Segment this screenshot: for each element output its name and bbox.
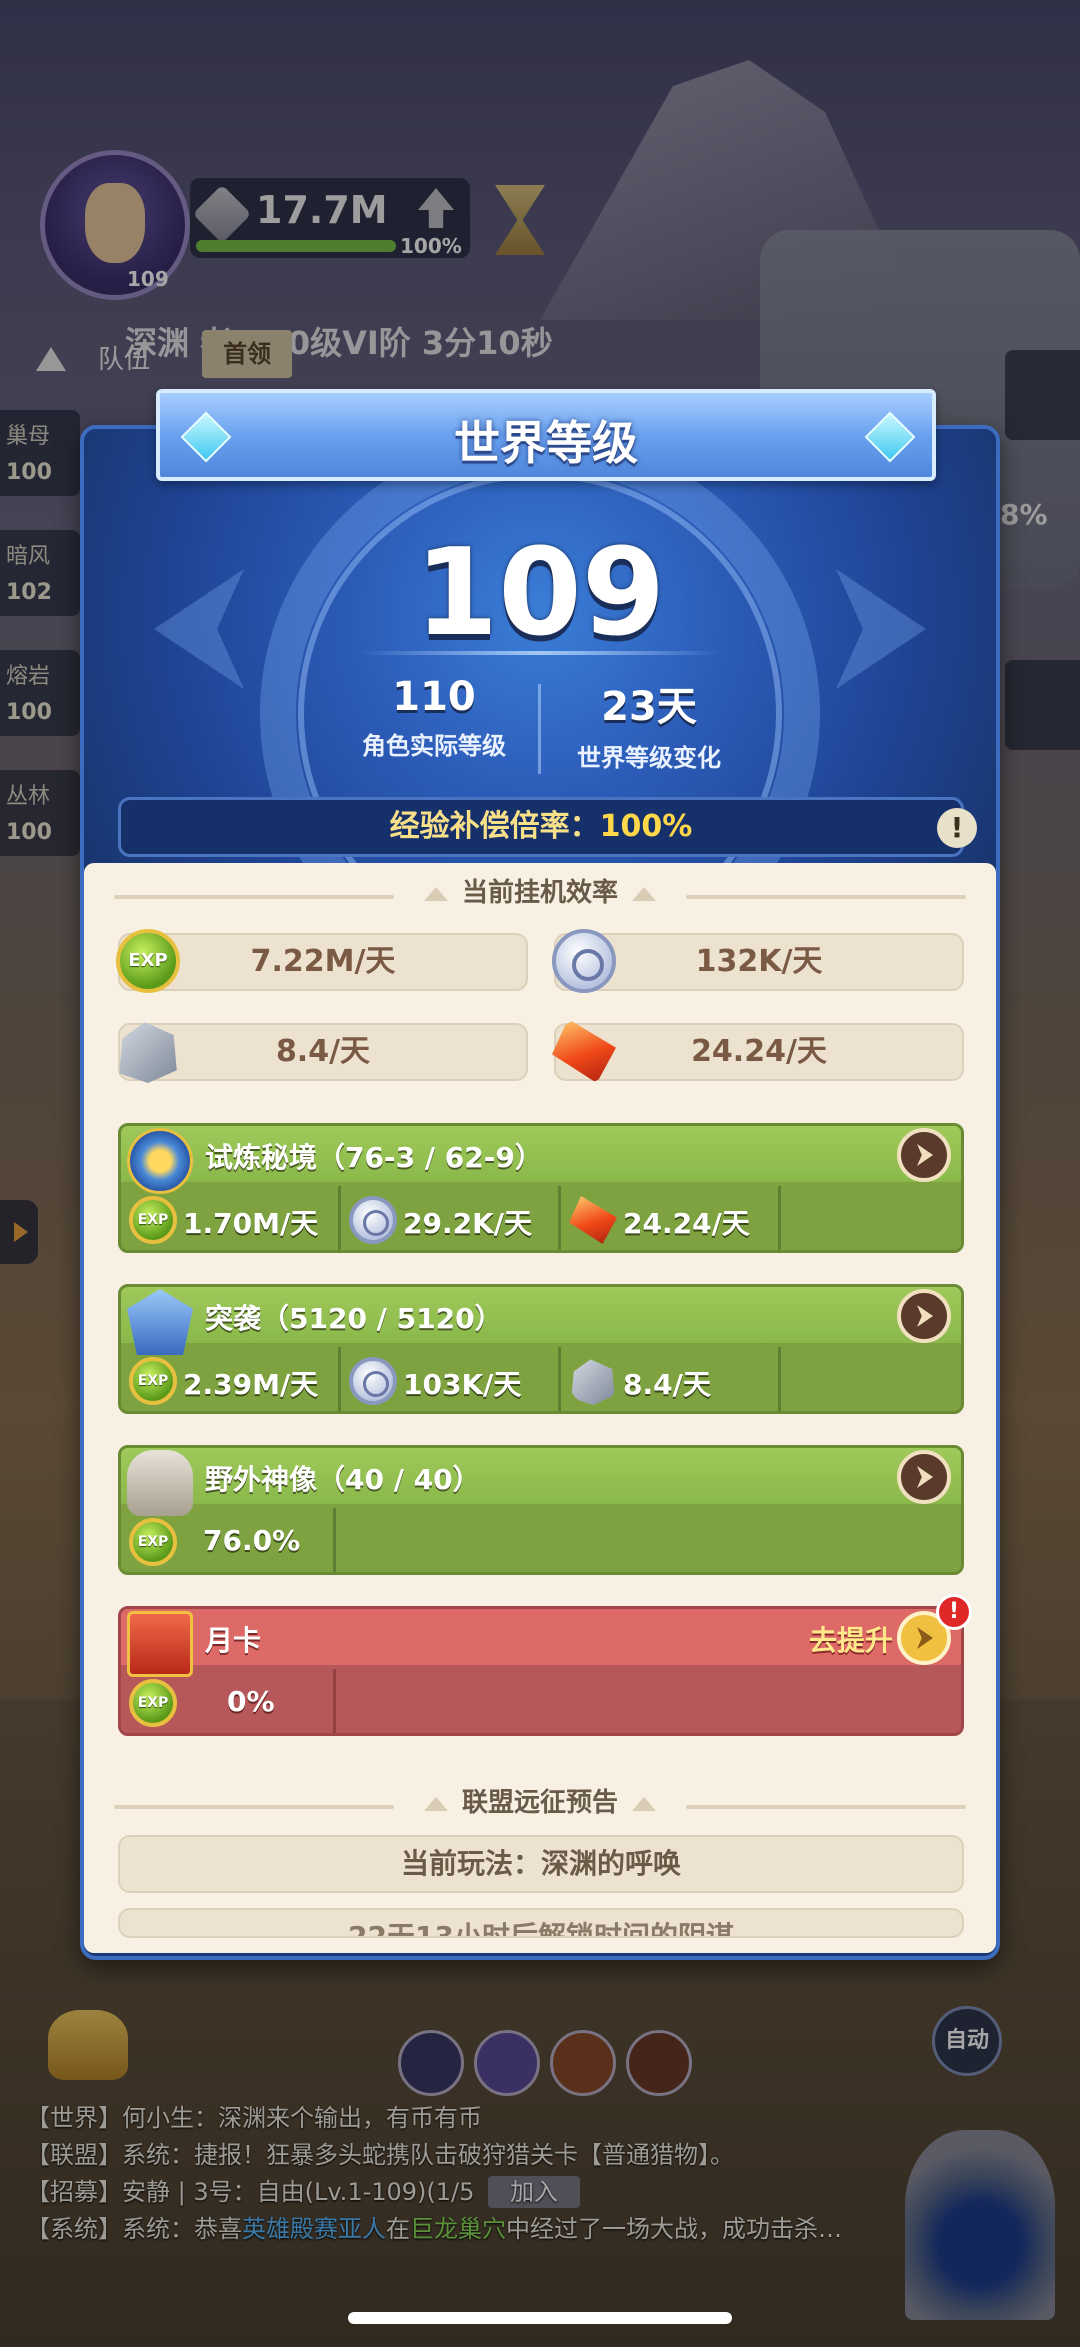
coin-icon bbox=[349, 1196, 397, 1244]
info-icon[interactable]: ! bbox=[937, 808, 977, 848]
reward-crystal: 24.24/天 bbox=[561, 1182, 781, 1250]
upgrade-label[interactable]: 去提升 bbox=[809, 1619, 893, 1659]
reward-coin: 103K/天 bbox=[341, 1343, 561, 1411]
stone-icon bbox=[119, 1022, 177, 1083]
category-rewards: EXP 76.0% bbox=[121, 1504, 961, 1572]
exp-compensation-bar: 经验补偿倍率：100% ! bbox=[118, 797, 977, 857]
coin-icon bbox=[349, 1357, 397, 1405]
category-rewards: EXP 1.70M/天 29.2K/天 24.24/天 bbox=[121, 1182, 961, 1250]
category-statue[interactable]: 野外神像（40 / 40） EXP 76.0% bbox=[118, 1445, 964, 1575]
reward-exp: EXP 76.0% bbox=[121, 1504, 336, 1572]
exp-icon: EXP bbox=[129, 1518, 177, 1566]
reward-coin: 29.2K/天 bbox=[341, 1182, 561, 1250]
dialog-title: 世界等级 bbox=[454, 416, 638, 470]
reward-stone: 8.4/天 bbox=[561, 1343, 781, 1411]
dialog-title-banner: 世界等级 bbox=[156, 389, 936, 481]
efficiency-exp: EXP 7.22M/天 bbox=[116, 929, 528, 993]
category-header: 月卡 去提升 bbox=[121, 1609, 961, 1677]
reward-exp: EXP 1.70M/天 bbox=[121, 1182, 341, 1250]
level-divider bbox=[359, 651, 721, 655]
exp-icon: EXP bbox=[129, 1679, 177, 1727]
category-header: 野外神像（40 / 40） bbox=[121, 1448, 961, 1516]
category-raid[interactable]: 突袭（5120 / 5120） EXP 2.39M/天 103K/天 8.4/天 bbox=[118, 1284, 964, 1414]
home-indicator[interactable] bbox=[348, 2312, 732, 2324]
efficiency-header: 当前挂机效率 bbox=[84, 873, 996, 913]
world-level-dialog: 109 110 角色实际等级 23天 世界等级变化 经验补偿倍率：100% ! … bbox=[80, 389, 1000, 1960]
crystal-icon bbox=[569, 1196, 617, 1244]
current-play: 当前玩法：深渊的呼唤 bbox=[118, 1835, 964, 1893]
category-header: 试炼秘境（76-3 / 62-9） bbox=[121, 1126, 961, 1194]
go-button[interactable] bbox=[897, 1450, 951, 1504]
alliance-header: 联盟远征预告 bbox=[84, 1783, 996, 1823]
next-play: 22天13小时后解锁时间的阴谋 bbox=[118, 1908, 964, 1938]
go-button[interactable] bbox=[897, 1289, 951, 1343]
alert-badge: ! bbox=[936, 1594, 972, 1630]
exp-icon: EXP bbox=[129, 1196, 177, 1244]
exp-icon: EXP bbox=[116, 929, 180, 993]
reward-exp: EXP 0% bbox=[121, 1665, 336, 1733]
crystal-icon bbox=[552, 1019, 616, 1083]
go-button[interactable] bbox=[897, 1128, 951, 1182]
coin-icon bbox=[552, 929, 616, 993]
category-header: 突袭（5120 / 5120） bbox=[121, 1287, 961, 1355]
reward-exp: EXP 2.39M/天 bbox=[121, 1343, 341, 1411]
dialog-body[interactable]: 当前挂机效率 EXP 7.22M/天 132K/天 8.4/天 24.24/天 … bbox=[84, 863, 996, 1953]
category-rewards: EXP 2.39M/天 103K/天 8.4/天 bbox=[121, 1343, 961, 1411]
level-header: 109 110 角色实际等级 23天 世界等级变化 经验补偿倍率：100% ! bbox=[84, 429, 996, 869]
efficiency-coin: 132K/天 bbox=[552, 929, 964, 993]
actual-level-stat: 110 角色实际等级 bbox=[362, 674, 506, 760]
exp-icon: EXP bbox=[129, 1357, 177, 1405]
efficiency-crystal: 24.24/天 bbox=[552, 1019, 964, 1083]
category-trial[interactable]: 试炼秘境（76-3 / 62-9） EXP 1.70M/天 29.2K/天 24… bbox=[118, 1123, 964, 1253]
category-rewards: EXP 0% bbox=[121, 1665, 961, 1733]
level-change-stat: 23天 世界等级变化 bbox=[577, 684, 721, 772]
efficiency-stone: 8.4/天 bbox=[118, 1022, 528, 1083]
category-monthly-card[interactable]: 月卡 去提升 EXP 0% bbox=[118, 1606, 964, 1736]
stone-icon bbox=[571, 1359, 615, 1405]
world-level-value: 109 bbox=[414, 524, 666, 663]
